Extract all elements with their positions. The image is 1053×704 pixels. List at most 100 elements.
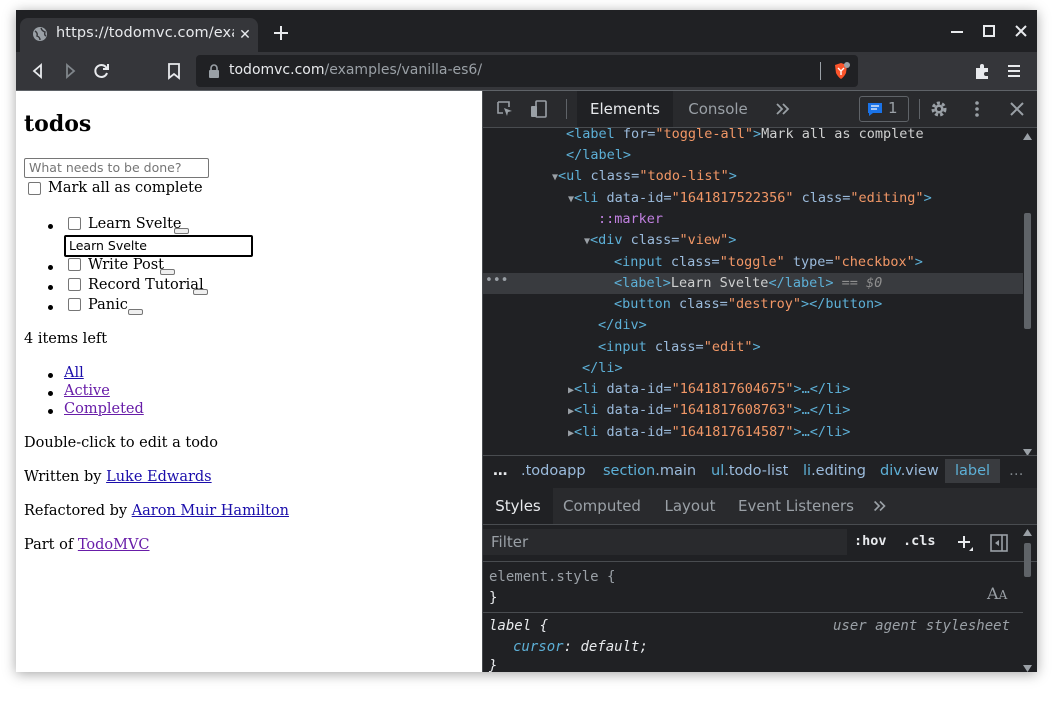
inspect-element-icon[interactable] (495, 99, 515, 119)
dom-tag: > (728, 168, 737, 184)
tab-console[interactable]: Console (675, 91, 761, 127)
close-window-icon[interactable] (1010, 20, 1032, 42)
extensions-icon[interactable] (972, 61, 992, 81)
gear-icon[interactable] (929, 99, 949, 119)
maximize-icon[interactable] (978, 20, 1000, 42)
dom-node[interactable]: ▼<ul class="todo-list"> (483, 166, 1023, 187)
breadcrumb-item[interactable]: ul.todo-list (711, 463, 788, 479)
menu-icon[interactable] (1004, 61, 1024, 81)
crumb-class: .main (655, 463, 697, 479)
brave-shield-icon[interactable] (832, 62, 850, 80)
breadcrumb-item[interactable]: li.editing (803, 463, 866, 479)
dom-node[interactable]: ▶<li data-id="1641817614587">…</li> (483, 422, 1023, 443)
rule-divider (483, 612, 1023, 613)
todo-toggle-checkbox[interactable] (68, 278, 81, 291)
author-link[interactable]: Luke Edwards (106, 469, 212, 485)
reload-icon[interactable] (92, 61, 112, 81)
todomvc-link[interactable]: TodoMVC (78, 537, 150, 553)
new-style-rule-icon[interactable] (955, 533, 975, 553)
tab-styles[interactable]: Styles (483, 488, 553, 524)
dom-node[interactable]: <input class="edit"> (483, 337, 1023, 358)
dom-node[interactable]: ▶<li data-id="1641817608763">…</li> (483, 400, 1023, 421)
todo-label[interactable]: Record Tutorial (88, 277, 204, 293)
class-toggle[interactable]: .cls (903, 533, 936, 549)
filter-active-link[interactable]: Active (64, 383, 110, 399)
browser-tab[interactable]: https://todomvc.com/exa ✕ (20, 18, 258, 52)
node-actions-icon[interactable]: ••• (485, 270, 508, 291)
back-icon[interactable] (28, 61, 48, 81)
dom-scrollbar[interactable] (1021, 133, 1033, 456)
toggle-sidebar-icon[interactable] (989, 533, 1009, 553)
todo-toggle-checkbox[interactable] (68, 298, 81, 311)
todo-toggle-checkbox[interactable] (68, 217, 81, 230)
crumb-tag: li (803, 463, 812, 479)
refactorer-link[interactable]: Aaron Muir Hamilton (132, 503, 289, 519)
css-declaration[interactable]: cursor: default; (513, 639, 648, 655)
tab-elements[interactable]: Elements (577, 91, 673, 127)
forward-icon[interactable] (60, 61, 80, 81)
minimize-icon[interactable] (946, 20, 968, 42)
destroy-button[interactable] (160, 269, 175, 275)
breadcrumb-item[interactable]: div.view (880, 463, 939, 479)
dom-node[interactable]: ▼<li data-id="1641817522356" class="edit… (483, 188, 1023, 209)
breadcrumb-item[interactable]: .todoapp (521, 463, 586, 479)
scrollbar-thumb[interactable] (1024, 543, 1031, 577)
destroy-button[interactable] (193, 289, 208, 295)
dom-node[interactable]: ::marker (483, 209, 1023, 230)
element-style-selector[interactable]: element.style { (489, 569, 615, 585)
todo-toggle-checkbox[interactable] (68, 258, 81, 271)
close-tab-icon[interactable]: ✕ (236, 26, 254, 44)
more-tabs-icon[interactable] (773, 99, 793, 119)
dom-node[interactable]: </label> (483, 145, 1023, 166)
dom-node[interactable]: <input class="toggle" type="checkbox"> (483, 252, 1023, 273)
address-bar[interactable]: todomvc.com/examples/vanilla-es6/ (196, 55, 858, 87)
text-size-icon[interactable]: AA (987, 584, 1007, 603)
styles-tabbar: Styles Computed Layout Event Listeners (483, 488, 1037, 525)
breadcrumb-more-icon[interactable]: … (1009, 463, 1024, 479)
scroll-up-icon[interactable] (1023, 529, 1032, 536)
dom-node[interactable]: ▼<div class="view"> (483, 230, 1023, 251)
hover-state-toggle[interactable]: :hov (854, 533, 887, 549)
filter-completed-link[interactable]: Completed (64, 401, 144, 417)
new-tab-icon[interactable] (270, 22, 292, 44)
breadcrumb-item[interactable]: section.main (603, 463, 696, 479)
todomvc-page: todos What needs to be done? Mark all as… (16, 91, 482, 672)
dom-attr-value: "1641817608763" (671, 402, 794, 418)
toggle-all-checkbox[interactable] (28, 182, 41, 195)
bookmark-icon[interactable] (164, 61, 184, 81)
dom-node[interactable]: </li> (483, 358, 1023, 379)
tab-computed[interactable]: Computed (559, 488, 645, 524)
tab-layout[interactable]: Layout (655, 488, 725, 524)
destroy-button[interactable] (174, 228, 189, 234)
todo-edit-input[interactable]: Learn Svelte (64, 235, 253, 257)
dom-node[interactable]: </div> (483, 315, 1023, 336)
scrollbar-thumb[interactable] (1024, 213, 1031, 329)
device-toolbar-icon[interactable] (529, 99, 549, 119)
dom-tag: </label> (768, 275, 834, 291)
destroy-button[interactable] (128, 309, 143, 315)
message-icon (868, 103, 882, 116)
breadcrumb-overflow-icon[interactable]: … (493, 463, 508, 479)
breadcrumb-item-active[interactable]: label (945, 459, 1001, 483)
dom-node-selected[interactable]: ••• <label>Learn Svelte</label> == $0 (483, 273, 1023, 294)
tab-event-listeners[interactable]: Event Listeners (733, 488, 859, 524)
css-value: default (580, 639, 640, 655)
rule-selector[interactable]: label { (489, 618, 548, 634)
scroll-up-icon[interactable] (1023, 133, 1032, 140)
filter-all-link[interactable]: All (64, 365, 84, 381)
dom-tree[interactable]: <label for="toggle-all">Mark all as comp… (483, 128, 1023, 453)
styles-filter-input[interactable]: Filter (483, 529, 847, 555)
scroll-down-icon[interactable] (1023, 665, 1032, 672)
todo-label[interactable]: Panic (88, 297, 128, 313)
dom-node[interactable]: ▶<li data-id="1641817604675">…</li> (483, 379, 1023, 400)
new-todo-input[interactable]: What needs to be done? (24, 158, 209, 178)
kebab-menu-icon[interactable] (967, 99, 987, 119)
issues-button[interactable]: 1 (859, 96, 909, 122)
todo-label[interactable]: Learn Svelte (88, 216, 182, 232)
url-host: todomvc.com (229, 62, 325, 78)
todo-label[interactable]: Write Post (88, 257, 164, 273)
close-devtools-icon[interactable] (1007, 99, 1027, 119)
dom-node[interactable]: <button class="destroy"></button> (483, 294, 1023, 315)
dom-node[interactable]: <label for="toggle-all">Mark all as comp… (483, 128, 1023, 145)
more-tabs-icon[interactable] (871, 497, 889, 515)
